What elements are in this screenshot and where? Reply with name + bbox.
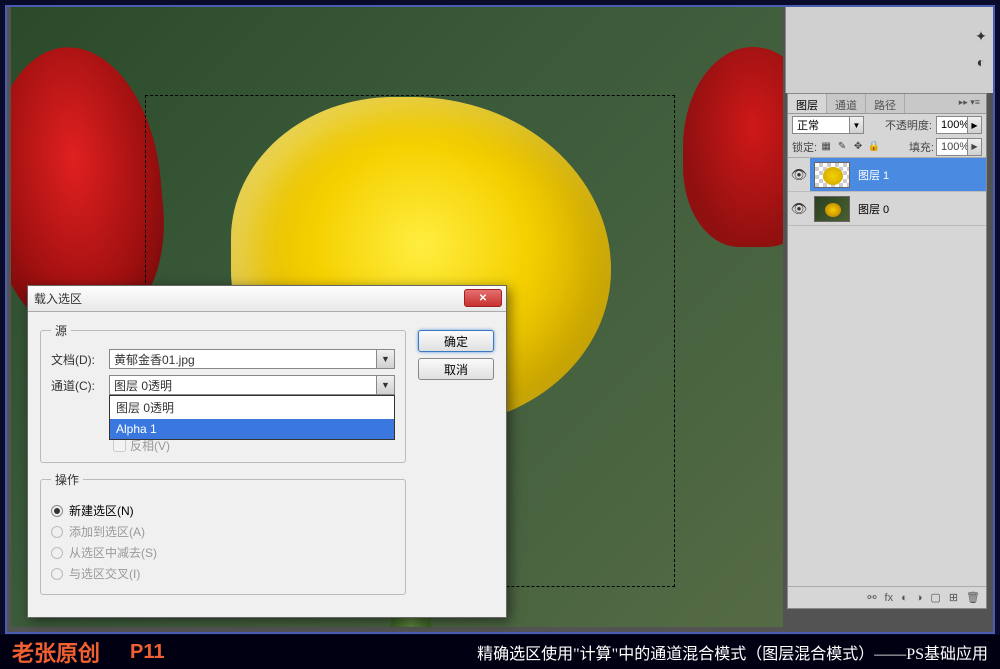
layer-list: 👁 图层 1 👁 图层 0 — [788, 158, 986, 226]
workspace-gray-area: ✦ ◐ — [785, 7, 993, 93]
app-frame: ✦ ◐ 载入选区 ✕ 源 文档(D): 黄郁金香01.jpg ▼ — [5, 5, 995, 634]
op-new-label: 新建选区(N) — [69, 502, 134, 519]
lock-transparency-icon[interactable]: ▦ — [819, 141, 833, 152]
panel-tabs: 图层 通道 路径 ▸▸ ▾≡ — [788, 94, 986, 114]
radio-subtract-selection — [51, 547, 63, 559]
dialog-titlebar[interactable]: 载入选区 ✕ — [28, 286, 506, 312]
channel-dropdown: 图层 0透明 Alpha 1 — [109, 395, 395, 440]
page-number: P11 — [130, 641, 164, 664]
caption-text: 精确选区使用"计算"中的通道混合模式（图层混合模式）——PS基础应用 — [477, 640, 988, 664]
brush-tool-icon[interactable]: ✦ — [972, 27, 990, 45]
fill-label: 填充: — [909, 139, 934, 155]
tab-paths[interactable]: 路径 — [866, 94, 905, 113]
source-legend: 源 — [51, 322, 71, 339]
radio-new-selection[interactable] — [51, 505, 63, 517]
chevron-down-icon: ▼ — [376, 350, 394, 368]
close-button[interactable]: ✕ — [464, 289, 502, 307]
panel-menu-icon[interactable]: ▸▸ ▾≡ — [953, 94, 986, 113]
panel-footer: ⚯ fx ◐ ◑ ▢ ⊞ 🗑 — [788, 586, 986, 608]
blend-mode-select[interactable]: 正常 ▼ — [792, 116, 864, 134]
ok-button[interactable]: 确定 — [418, 330, 494, 352]
fill-value: 100% — [941, 141, 969, 153]
lock-all-icon[interactable]: 🔒 — [867, 141, 881, 152]
lock-label: 锁定: — [792, 139, 817, 155]
adjustment-layer-icon[interactable]: ◑ — [916, 592, 923, 604]
cancel-button[interactable]: 取消 — [418, 358, 494, 380]
lock-pixels-icon[interactable]: ✎ — [835, 141, 849, 152]
right-tool-strip: ✦ ◐ — [969, 27, 993, 87]
op-sub-label: 从选区中减去(S) — [69, 544, 157, 561]
layer-style-icon[interactable]: fx — [885, 592, 894, 604]
author-text: 老张原创 — [12, 636, 100, 668]
image-content — [683, 47, 783, 247]
operation-legend: 操作 — [51, 471, 83, 488]
layer-row[interactable]: 👁 图层 0 — [788, 192, 986, 226]
link-layers-icon[interactable]: ⚯ — [867, 591, 876, 604]
chevron-down-icon: ▼ — [376, 376, 394, 394]
blend-value: 正常 — [797, 117, 819, 133]
visibility-eye-icon[interactable]: 👁 — [788, 201, 810, 217]
chevron-down-icon: ▼ — [849, 117, 863, 133]
op-int-label: 与选区交叉(I) — [69, 565, 140, 582]
channel-label: 通道(C): — [51, 377, 103, 394]
delete-layer-icon[interactable]: 🗑 — [966, 591, 980, 604]
tab-layers[interactable]: 图层 — [788, 94, 827, 113]
opacity-label: 不透明度: — [885, 117, 932, 133]
layer-thumbnail[interactable] — [814, 162, 850, 188]
new-layer-icon[interactable]: ⊞ — [949, 591, 958, 604]
dialog-title: 载入选区 — [34, 290, 82, 307]
load-selection-dialog: 载入选区 ✕ 源 文档(D): 黄郁金香01.jpg ▼ 通道(C): — [27, 285, 507, 618]
lock-position-icon[interactable]: ✥ — [851, 141, 865, 152]
dropdown-option[interactable]: 图层 0透明 — [110, 396, 394, 419]
layer-name: 图层 1 — [854, 167, 889, 183]
chevron-right-icon: ▶ — [967, 117, 981, 133]
layer-empty-area — [788, 226, 986, 586]
layer-mask-icon[interactable]: ◐ — [901, 592, 908, 604]
chevron-right-icon: ▶ — [967, 139, 981, 155]
source-fieldset: 源 文档(D): 黄郁金香01.jpg ▼ 通道(C): 图层 0透明 ▼ — [40, 322, 406, 463]
tab-channels[interactable]: 通道 — [827, 94, 866, 113]
invert-checkbox — [113, 439, 126, 452]
radio-add-selection — [51, 526, 63, 538]
document-label: 文档(D): — [51, 351, 103, 368]
document-value: 黄郁金香01.jpg — [114, 351, 195, 368]
layers-panel: 图层 通道 路径 ▸▸ ▾≡ 正常 ▼ 不透明度: 100% ▶ 锁定: ▦ ✎… — [787, 93, 987, 609]
op-add-label: 添加到选区(A) — [69, 523, 145, 540]
channel-select[interactable]: 图层 0透明 ▼ 图层 0透明 Alpha 1 — [109, 375, 395, 395]
layer-name: 图层 0 — [854, 201, 889, 217]
dropdown-option-selected[interactable]: Alpha 1 — [110, 419, 394, 439]
fill-input[interactable]: 100% ▶ — [936, 138, 982, 156]
document-select[interactable]: 黄郁金香01.jpg ▼ — [109, 349, 395, 369]
layer-thumbnail[interactable] — [814, 196, 850, 222]
layer-group-icon[interactable]: ▢ — [930, 591, 940, 604]
footer-caption: 老张原创 P11 精确选区使用"计算"中的通道混合模式（图层混合模式）——PS基… — [0, 635, 1000, 669]
operation-fieldset: 操作 新建选区(N) 添加到选区(A) 从选区中减去(S) — [40, 471, 406, 595]
channel-value: 图层 0透明 — [114, 377, 172, 394]
visibility-eye-icon[interactable]: 👁 — [788, 158, 810, 191]
radio-intersect-selection — [51, 568, 63, 580]
opacity-input[interactable]: 100% ▶ — [936, 116, 982, 134]
opacity-value: 100% — [941, 119, 969, 131]
adjust-tool-icon[interactable]: ◐ — [972, 53, 990, 71]
layer-row-selected[interactable]: 👁 图层 1 — [788, 158, 986, 192]
